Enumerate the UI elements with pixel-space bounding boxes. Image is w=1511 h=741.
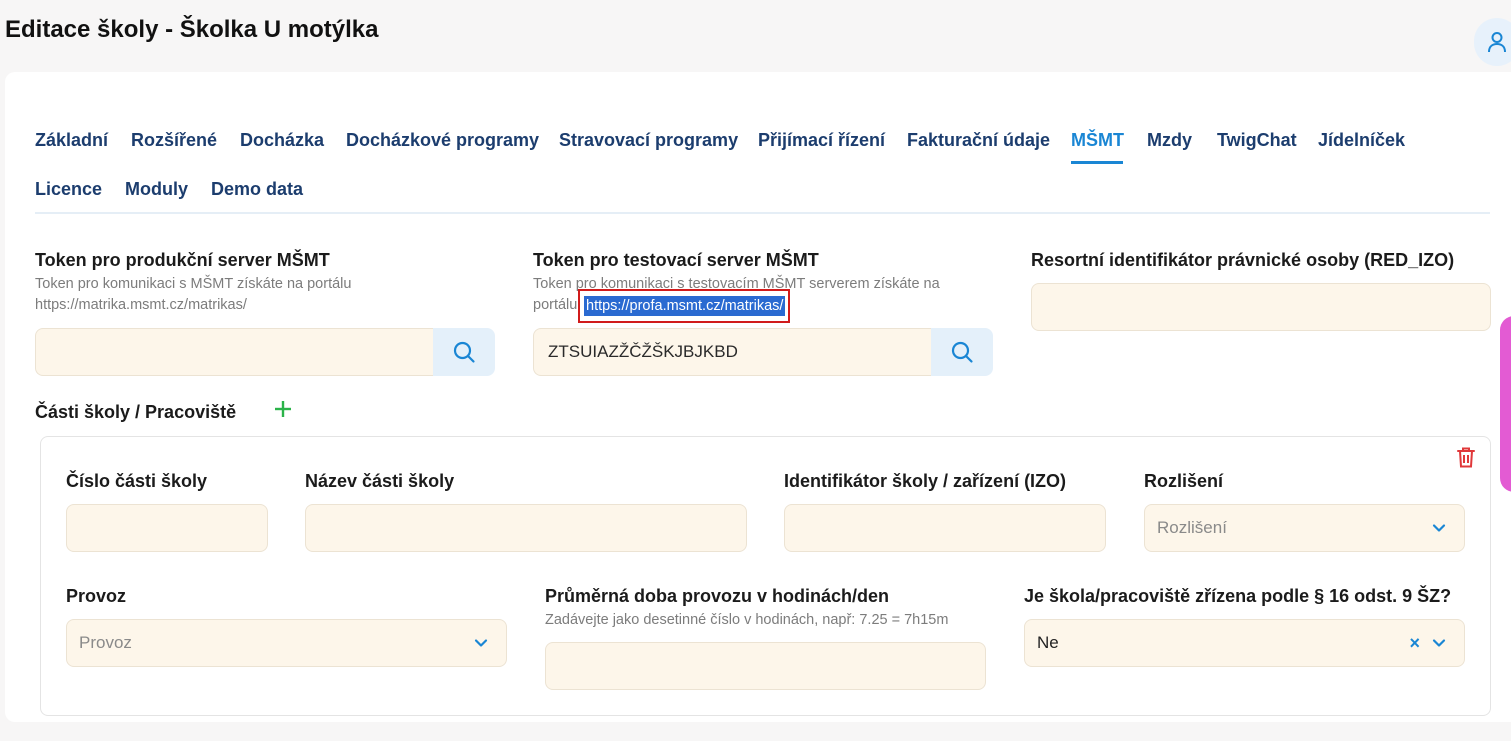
prod-token-help-line1: Token pro komunikaci s MŠMT získáte na p… [35,276,352,292]
operating-hours-help: Zadávejte jako desetinné číslo v hodinác… [545,612,949,628]
part-name-input[interactable] [305,504,747,552]
test-token-input[interactable]: ZTSUIAZŽČŽŠKJBJKBD [533,328,931,376]
tab-demo-data[interactable]: Demo data [211,179,303,200]
search-icon [453,341,475,363]
test-token-search-button[interactable] [931,328,993,376]
prod-token-search-button[interactable] [433,328,495,376]
side-accent-tab[interactable] [1500,316,1511,492]
add-part-button[interactable] [272,398,294,425]
clear-icon[interactable]: × [1409,633,1420,654]
tab-zakladni[interactable]: Základní [35,130,108,151]
tab-dochazkove-programy[interactable]: Docházkové programy [346,130,539,151]
prod-token-group [35,328,495,376]
tab-twigchat[interactable]: TwigChat [1217,130,1297,151]
test-token-group: ZTSUIAZŽČŽŠKJBJKBD [533,328,993,376]
tab-dochazka[interactable]: Docházka [240,130,324,151]
prod-token-help: Token pro komunikaci s MŠMT získáte na p… [35,274,351,316]
tab-prijimaci-rizeni[interactable]: Přijímací řízení [758,130,885,151]
provoz-placeholder: Provoz [79,633,132,652]
chevron-down-icon [1432,524,1446,532]
search-icon [951,341,973,363]
part-number-input[interactable] [66,504,268,552]
paragraph-16-value: Ne [1037,633,1059,652]
plus-icon [275,401,291,417]
prod-token-label: Token pro produkční server MŠMT [35,250,330,270]
active-tab-indicator [1071,161,1123,164]
tabs-divider [35,212,1490,214]
page-title: Editace školy - Školka U motýlka [5,16,379,43]
tab-jidelnicek[interactable]: Jídelníček [1318,130,1405,151]
user-icon [1488,32,1506,53]
tab-stravovaci-programy[interactable]: Stravovací programy [559,130,738,151]
izo-label: Identifikátor školy / zařízení (IZO) [784,471,1067,491]
parts-section-title: Části školy / Pracoviště [35,402,237,422]
operating-hours-input[interactable] [545,642,986,690]
tab-moduly[interactable]: Moduly [125,179,188,200]
test-token-help-link[interactable]: https://profa.msmt.cz/matrikas/ [584,296,786,316]
rozliseni-label: Rozlišení [1144,471,1224,491]
paragraph-16-select[interactable]: Ne × [1024,619,1465,667]
red-izo-input[interactable] [1031,283,1491,331]
red-izo-label: Resortní identifikátor právnické osoby (… [1031,250,1455,270]
izo-input[interactable] [784,504,1106,552]
test-token-label: Token pro testovací server MŠMT [533,250,819,270]
operating-hours-label: Průměrná doba provozu v hodinách/den [545,586,890,606]
trash-icon [1457,447,1475,468]
rozliseni-placeholder: Rozlišení [1157,518,1227,537]
tab-fakturacni-udaje[interactable]: Fakturační údaje [907,130,1050,151]
chevron-down-icon [474,639,488,647]
chevron-down-icon [1432,639,1446,647]
part-number-label: Číslo části školy [66,471,208,491]
tab-rozsirene[interactable]: Rozšířené [131,130,217,151]
tab-msmt[interactable]: MŠMT [1071,130,1124,151]
tab-licence[interactable]: Licence [35,179,102,200]
rozliseni-select[interactable]: Rozlišení [1144,504,1465,552]
provoz-select[interactable]: Provoz [66,619,507,667]
delete-part-button[interactable] [1455,445,1477,474]
tab-mzdy[interactable]: Mzdy [1147,130,1192,151]
provoz-label: Provoz [66,586,127,606]
paragraph-16-label: Je škola/pracoviště zřízena podle § 16 o… [1024,586,1452,606]
part-name-label: Název části školy [305,471,455,491]
user-menu-button[interactable] [1474,18,1511,66]
prod-token-help-link[interactable]: https://matrika.msmt.cz/matrikas/ [35,295,351,316]
prod-token-input[interactable] [35,328,433,376]
